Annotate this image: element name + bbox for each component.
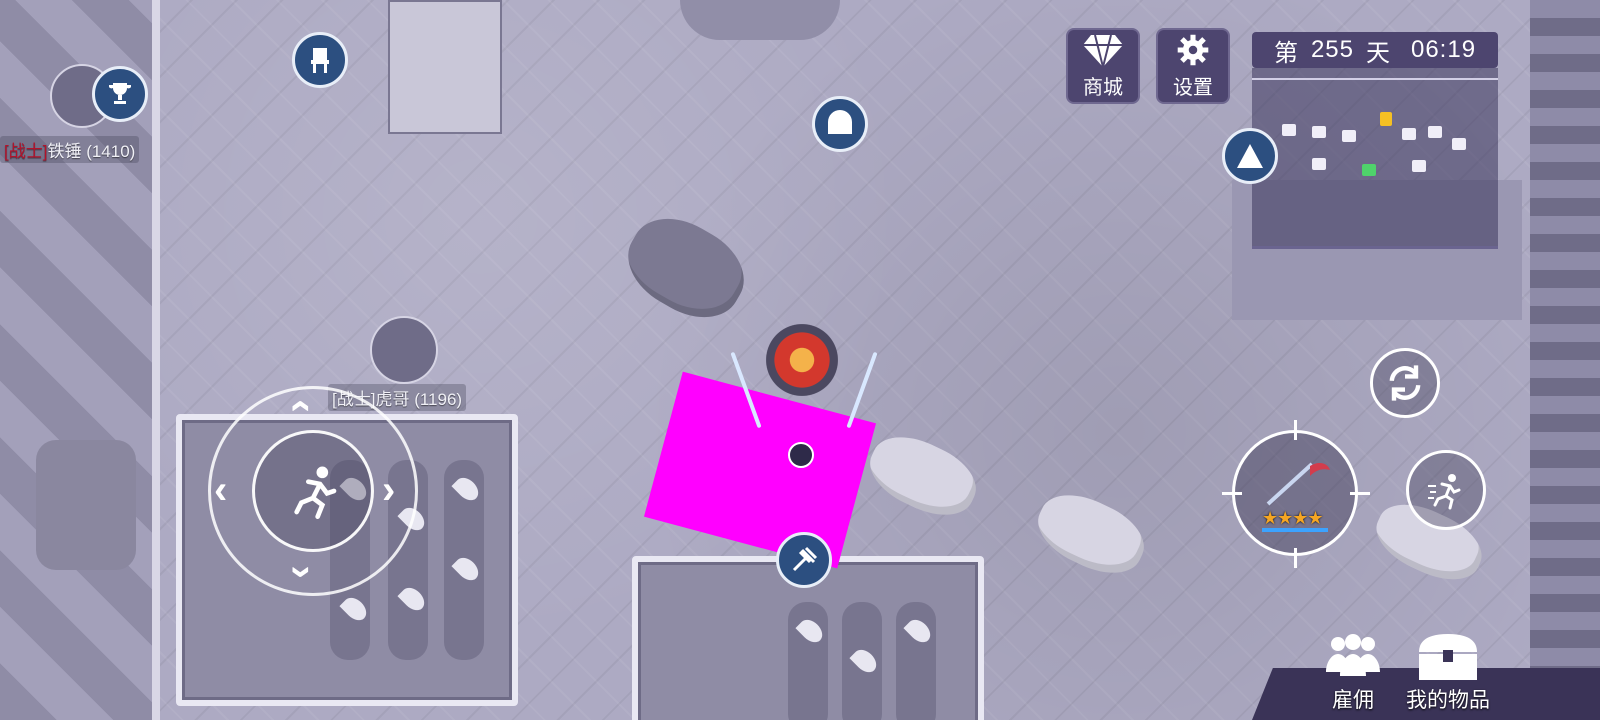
refresh-button[interactable] (1370, 348, 1440, 418)
minimap-marker (1282, 124, 1296, 136)
minimap-marker (1452, 138, 1466, 150)
arrow-up-icon: ‹ (280, 399, 325, 413)
inventory-label: 我的物品 (1406, 689, 1490, 712)
crosshair-line (1294, 420, 1297, 440)
day-number: 255 (1310, 36, 1354, 63)
hire-label: 雇佣 (1332, 689, 1374, 712)
arrow-right-icon: › (382, 468, 396, 512)
joystick-knob[interactable] (252, 430, 374, 552)
minimap-marker (1428, 126, 1442, 138)
player-character[interactable] (760, 318, 844, 402)
game-time: 06:19 (1410, 36, 1477, 63)
day-suffix: 天 (1365, 39, 1391, 67)
crosshair-line (1222, 492, 1242, 495)
stone-fountain (680, 0, 840, 40)
trophy-icon[interactable] (92, 66, 148, 122)
crosshair-line (1294, 548, 1297, 568)
weapon-durability (1262, 528, 1328, 532)
tent-icon[interactable] (1222, 128, 1278, 184)
wooden-table[interactable] (388, 0, 502, 134)
scythe-icon (1266, 462, 1330, 506)
hire-button[interactable]: 雇佣 (1318, 632, 1388, 714)
weapon-stars: ★★★★ (1262, 508, 1324, 528)
day-time-display: 第 255 天 06:19 (1252, 32, 1498, 68)
shop-label: 商城 (1083, 76, 1123, 99)
crosshair-line (1350, 492, 1370, 495)
settings-label: 设置 (1173, 76, 1213, 99)
sprint-icon (1428, 474, 1461, 510)
trophy-icon (1380, 112, 1392, 126)
minimap-scale (1252, 78, 1498, 80)
wooden-wall (1530, 0, 1600, 720)
arrow-down-icon: › (280, 565, 325, 579)
sprint-button[interactable] (1406, 450, 1486, 530)
minimap-marker (1312, 126, 1326, 138)
minimap-marker (1402, 128, 1416, 140)
armchair[interactable] (36, 440, 136, 570)
chair-icon[interactable] (292, 32, 348, 88)
minimap-marker (1412, 160, 1426, 172)
minimap-marker (1362, 164, 1376, 176)
arrow-left-icon: ‹ (214, 468, 228, 512)
group-icon (1326, 634, 1380, 676)
minimap[interactable] (1252, 68, 1498, 249)
npc-warrior[interactable] (370, 316, 438, 384)
settings-button[interactable]: 设置 (1156, 28, 1230, 104)
skull-icon[interactable] (788, 442, 814, 468)
day-prefix: 第 (1273, 39, 1299, 67)
shop-button[interactable]: 商城 (1066, 28, 1140, 104)
pitchfork-icon[interactable] (776, 532, 832, 588)
run-icon (294, 466, 337, 519)
minimap-marker (1312, 158, 1326, 170)
refresh-icon (1389, 365, 1421, 401)
inventory-button[interactable]: 我的物品 (1406, 632, 1490, 714)
diamond-icon (1083, 34, 1123, 67)
gear-icon (1177, 34, 1209, 65)
furnace-icon[interactable] (812, 96, 868, 152)
player-tag: [战士]铁锤 (1410) (0, 136, 140, 163)
chest-icon (1419, 634, 1477, 680)
minimap-marker (1342, 130, 1356, 142)
